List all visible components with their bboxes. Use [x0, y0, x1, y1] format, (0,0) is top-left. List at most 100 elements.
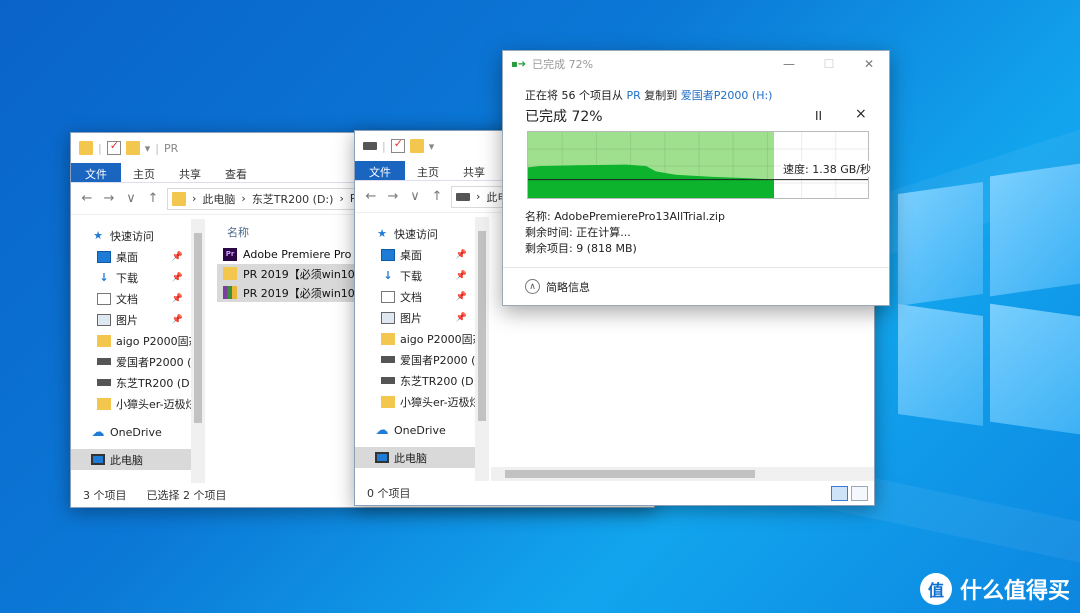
- copy-icon: ▪➜: [511, 58, 527, 70]
- content-horizontal-scrollbar[interactable]: [491, 467, 874, 481]
- file-name-line: 名称: AdobePremierePro13AllTrial.zip: [525, 210, 725, 223]
- folder-icon: [381, 332, 395, 345]
- sidebar-item-documents[interactable]: 文档 📌: [71, 288, 191, 309]
- drive-icon: [363, 142, 377, 150]
- back-arrow-icon[interactable]: ←: [79, 191, 95, 206]
- maximize-button[interactable]: ☐: [809, 57, 849, 71]
- tab-home[interactable]: 主页: [121, 163, 167, 182]
- onedrive-icon: ☁: [375, 422, 389, 438]
- recent-locations-icon[interactable]: ∨: [407, 189, 423, 204]
- folder-icon: [223, 267, 237, 280]
- sidebar-item-folder[interactable]: 小獐头er-迈极炫: [355, 391, 475, 412]
- watermark-text: 什么值得买: [959, 579, 1070, 604]
- sidebar-item-folder[interactable]: 小獐头er-迈极炫: [71, 393, 191, 414]
- up-arrow-icon[interactable]: ↑: [429, 189, 445, 204]
- onedrive-icon: ☁: [91, 424, 105, 440]
- sidebar-item-drive-d[interactable]: 东芝TR200 (D:): [355, 370, 475, 391]
- sidebar-scrollbar[interactable]: [191, 219, 205, 483]
- tab-home[interactable]: 主页: [405, 161, 451, 180]
- sidebar-item-pictures[interactable]: 图片 📌: [355, 307, 475, 328]
- recent-locations-icon[interactable]: ∨: [123, 191, 139, 206]
- details-toggle[interactable]: ∧ 简略信息: [503, 267, 889, 305]
- scrollbar-thumb[interactable]: [505, 470, 755, 478]
- sidebar-item-documents[interactable]: 文档 📌: [355, 286, 475, 307]
- tab-share[interactable]: 共享: [167, 163, 213, 182]
- new-folder-icon[interactable]: [409, 139, 424, 153]
- scrollbar-thumb[interactable]: [194, 233, 202, 423]
- star-icon: ★: [377, 226, 387, 240]
- pin-icon: 📌: [455, 249, 467, 260]
- details-label: 简略信息: [546, 280, 590, 294]
- items-remaining-line: 剩余项目: 9 (818 MB): [525, 242, 637, 255]
- sidebar-item-this-pc[interactable]: 此电脑: [71, 449, 191, 470]
- folder-icon: [97, 397, 111, 410]
- item-count: 0 个项目: [367, 487, 411, 500]
- tab-file[interactable]: 文件: [71, 163, 121, 182]
- item-count: 3 个项目: [83, 489, 127, 502]
- source-link[interactable]: PR: [627, 89, 641, 102]
- chevron-down-icon[interactable]: ▾: [429, 140, 435, 153]
- selection-count: 已选择 2 个项目: [146, 489, 227, 502]
- forward-arrow-icon[interactable]: →: [101, 191, 117, 206]
- sidebar-item-aigo-folder[interactable]: aigo P2000固态: [71, 330, 191, 351]
- folder-icon: [172, 191, 186, 206]
- navigation-pane: ★快速访问 桌面📌 ↓下载📌 文档📌 图片📌 aigo P2000固态 爱国者P…: [71, 219, 191, 483]
- destination-link[interactable]: 爱国者P2000 (H:): [681, 89, 773, 102]
- drive-icon: [381, 356, 395, 363]
- document-icon: [381, 290, 395, 303]
- scrollbar-thumb[interactable]: [478, 231, 486, 421]
- sidebar-item-this-pc[interactable]: 此电脑: [355, 447, 475, 468]
- new-folder-icon[interactable]: [125, 141, 140, 155]
- picture-icon: [97, 313, 111, 326]
- pin-icon: 📌: [455, 270, 467, 281]
- properties-icon[interactable]: [106, 139, 121, 155]
- navigation-pane: ★快速访问 桌面📌 ↓下载📌 文档📌 图片📌 aigo P2000固态 爱国者P…: [355, 217, 475, 481]
- sidebar-item-downloads[interactable]: ↓ 下载 📌: [355, 265, 475, 286]
- drive-icon: [381, 377, 395, 384]
- pin-icon: 📌: [171, 293, 183, 304]
- sidebar-item-aigo-folder[interactable]: aigo P2000固态: [355, 328, 475, 349]
- sidebar-item-desktop[interactable]: 桌面 📌: [355, 244, 475, 265]
- details-view-icon[interactable]: [831, 486, 848, 501]
- windows-logo: [898, 160, 1080, 435]
- cancel-button[interactable]: ×: [855, 106, 867, 122]
- tab-share[interactable]: 共享: [451, 161, 497, 180]
- sidebar-scrollbar[interactable]: [475, 217, 489, 481]
- star-icon: ★: [93, 228, 103, 242]
- minimize-button[interactable]: —: [769, 57, 809, 71]
- sidebar-item-quick-access[interactable]: ★ 快速访问: [355, 223, 475, 244]
- pause-button[interactable]: II: [815, 109, 822, 123]
- dialog-title-bar[interactable]: ▪➜ 已完成 72% — ☐ ✕: [503, 51, 889, 77]
- large-icons-view-icon[interactable]: [851, 486, 868, 501]
- progress-heading: 已完成 72%: [525, 109, 603, 125]
- close-button[interactable]: ✕: [849, 57, 889, 71]
- sidebar-item-onedrive[interactable]: ☁ OneDrive: [71, 422, 191, 443]
- properties-icon[interactable]: [390, 137, 405, 153]
- forward-arrow-icon[interactable]: →: [385, 189, 401, 204]
- tab-view[interactable]: 查看: [213, 163, 259, 182]
- breadcrumb-item[interactable]: 东芝TR200 (D:): [252, 191, 334, 207]
- up-arrow-icon[interactable]: ↑: [145, 191, 161, 206]
- sidebar-item-onedrive[interactable]: ☁ OneDrive: [355, 420, 475, 441]
- sidebar-item-drive-d[interactable]: 东芝TR200 (D:): [71, 372, 191, 393]
- pin-icon: 📌: [455, 291, 467, 302]
- breadcrumb-item[interactable]: 此电脑: [202, 191, 235, 207]
- sidebar-item-pictures[interactable]: 图片 📌: [71, 309, 191, 330]
- status-bar: 0 个项目: [355, 481, 874, 505]
- sidebar-item-downloads[interactable]: ↓ 下载 📌: [71, 267, 191, 288]
- copy-progress-dialog[interactable]: ▪➜ 已完成 72% — ☐ ✕ 正在将 56 个项目从 PR 复制到 爱国者P…: [502, 50, 890, 306]
- tab-file[interactable]: 文件: [355, 161, 405, 180]
- back-arrow-icon[interactable]: ←: [363, 189, 379, 204]
- chevron-down-icon[interactable]: ▾: [145, 142, 151, 155]
- sidebar-item-drive-h[interactable]: 爱国者P2000 (H: [71, 351, 191, 372]
- dialog-title: 已完成 72%: [532, 58, 594, 71]
- sidebar-item-desktop[interactable]: 桌面 📌: [71, 246, 191, 267]
- desktop-icon: [381, 248, 395, 261]
- computer-icon: [91, 454, 105, 465]
- drive-icon: [97, 358, 111, 365]
- sidebar-item-drive-h[interactable]: 爱国者P2000 (H: [355, 349, 475, 370]
- pin-icon: 📌: [171, 251, 183, 262]
- speed-label: 速度: 1.38 GB/秒: [781, 161, 873, 177]
- pin-icon: 📌: [171, 314, 183, 325]
- sidebar-item-quick-access[interactable]: ★ 快速访问: [71, 225, 191, 246]
